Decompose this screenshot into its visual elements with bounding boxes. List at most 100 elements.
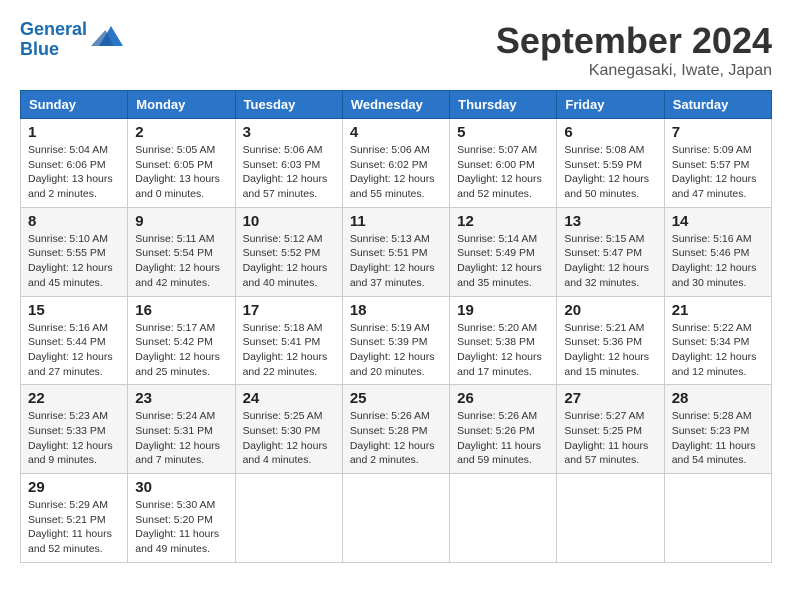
- calendar-cell: 3 Sunrise: 5:06 AMSunset: 6:03 PMDaylight…: [235, 119, 342, 208]
- calendar-table: SundayMondayTuesdayWednesdayThursdayFrid…: [20, 90, 772, 563]
- day-number: 14: [672, 213, 764, 230]
- day-number: 13: [564, 213, 656, 230]
- weekday-header-saturday: Saturday: [664, 91, 771, 119]
- logo-icon: [91, 22, 123, 54]
- day-number: 26: [457, 390, 549, 407]
- day-number: 1: [28, 124, 120, 141]
- day-info: Sunrise: 5:17 AMSunset: 5:42 PMDaylight:…: [135, 321, 227, 380]
- day-number: 18: [350, 302, 442, 319]
- day-info: Sunrise: 5:04 AMSunset: 6:06 PMDaylight:…: [28, 143, 120, 202]
- day-number: 12: [457, 213, 549, 230]
- day-number: 10: [243, 213, 335, 230]
- calendar-cell: 19 Sunrise: 5:20 AMSunset: 5:38 PMDayligh…: [450, 296, 557, 385]
- calendar-body: 1 Sunrise: 5:04 AMSunset: 6:06 PMDaylight…: [21, 119, 772, 563]
- day-info: Sunrise: 5:22 AMSunset: 5:34 PMDaylight:…: [672, 321, 764, 380]
- calendar-cell: 29Sunrise: 5:29 AMSunset: 5:21 PMDayligh…: [21, 474, 128, 563]
- day-info: Sunrise: 5:08 AMSunset: 5:59 PMDaylight:…: [564, 143, 656, 202]
- day-info: Sunrise: 5:19 AMSunset: 5:39 PMDaylight:…: [350, 321, 442, 380]
- day-info: Sunrise: 5:30 AMSunset: 5:20 PMDaylight:…: [135, 498, 227, 557]
- day-number: 16: [135, 302, 227, 319]
- day-number: 24: [243, 390, 335, 407]
- calendar-cell: 13 Sunrise: 5:15 AMSunset: 5:47 PMDayligh…: [557, 207, 664, 296]
- week-row-2: 8Sunrise: 5:10 AMSunset: 5:55 PMDaylight…: [21, 207, 772, 296]
- calendar-cell: 10 Sunrise: 5:12 AMSunset: 5:52 PMDayligh…: [235, 207, 342, 296]
- logo-text: GeneralBlue: [20, 20, 87, 60]
- calendar-cell: 23 Sunrise: 5:24 AMSunset: 5:31 PMDayligh…: [128, 385, 235, 474]
- day-info: Sunrise: 5:14 AMSunset: 5:49 PMDaylight:…: [457, 232, 549, 291]
- title-block: September 2024 Kanegasaki, Iwate, Japan: [496, 20, 772, 80]
- day-info: Sunrise: 5:11 AMSunset: 5:54 PMDaylight:…: [135, 232, 227, 291]
- day-number: 23: [135, 390, 227, 407]
- day-info: Sunrise: 5:26 AMSunset: 5:26 PMDaylight:…: [457, 409, 549, 468]
- day-info: Sunrise: 5:05 AMSunset: 6:05 PMDaylight:…: [135, 143, 227, 202]
- day-info: Sunrise: 5:07 AMSunset: 6:00 PMDaylight:…: [457, 143, 549, 202]
- calendar-cell: [450, 474, 557, 563]
- day-number: 17: [243, 302, 335, 319]
- day-number: 3: [243, 124, 335, 141]
- day-number: 6: [564, 124, 656, 141]
- day-info: Sunrise: 5:21 AMSunset: 5:36 PMDaylight:…: [564, 321, 656, 380]
- day-number: 20: [564, 302, 656, 319]
- calendar-cell: 21 Sunrise: 5:22 AMSunset: 5:34 PMDayligh…: [664, 296, 771, 385]
- calendar-cell: 7Sunrise: 5:09 AMSunset: 5:57 PMDaylight…: [664, 119, 771, 208]
- page-header: GeneralBlue September 2024 Kanegasaki, I…: [20, 20, 772, 80]
- calendar-cell: 22 Sunrise: 5:23 AMSunset: 5:33 PMDayligh…: [21, 385, 128, 474]
- calendar-cell: [342, 474, 449, 563]
- day-info: Sunrise: 5:29 AMSunset: 5:21 PMDaylight:…: [28, 498, 120, 557]
- weekday-header-wednesday: Wednesday: [342, 91, 449, 119]
- day-info: Sunrise: 5:20 AMSunset: 5:38 PMDaylight:…: [457, 321, 549, 380]
- calendar-cell: 2 Sunrise: 5:05 AMSunset: 6:05 PMDaylight…: [128, 119, 235, 208]
- calendar-cell: 12 Sunrise: 5:14 AMSunset: 5:49 PMDayligh…: [450, 207, 557, 296]
- calendar-cell: 8Sunrise: 5:10 AMSunset: 5:55 PMDaylight…: [21, 207, 128, 296]
- day-number: 7: [672, 124, 764, 141]
- day-info: Sunrise: 5:23 AMSunset: 5:33 PMDaylight:…: [28, 409, 120, 468]
- calendar-cell: 4Sunrise: 5:06 AMSunset: 6:02 PMDaylight…: [342, 119, 449, 208]
- day-number: 25: [350, 390, 442, 407]
- month-title: September 2024: [496, 20, 772, 62]
- calendar-cell: 14 Sunrise: 5:16 AMSunset: 5:46 PMDayligh…: [664, 207, 771, 296]
- day-info: Sunrise: 5:16 AMSunset: 5:46 PMDaylight:…: [672, 232, 764, 291]
- day-info: Sunrise: 5:06 AMSunset: 6:03 PMDaylight:…: [243, 143, 335, 202]
- weekday-header-thursday: Thursday: [450, 91, 557, 119]
- day-number: 9: [135, 213, 227, 230]
- week-row-4: 22 Sunrise: 5:23 AMSunset: 5:33 PMDayligh…: [21, 385, 772, 474]
- calendar-cell: 5Sunrise: 5:07 AMSunset: 6:00 PMDaylight…: [450, 119, 557, 208]
- day-info: Sunrise: 5:28 AMSunset: 5:23 PMDaylight:…: [672, 409, 764, 468]
- weekday-header-friday: Friday: [557, 91, 664, 119]
- calendar-cell: 6 Sunrise: 5:08 AMSunset: 5:59 PMDaylight…: [557, 119, 664, 208]
- day-info: Sunrise: 5:15 AMSunset: 5:47 PMDaylight:…: [564, 232, 656, 291]
- calendar-cell: 17 Sunrise: 5:18 AMSunset: 5:41 PMDayligh…: [235, 296, 342, 385]
- day-info: Sunrise: 5:27 AMSunset: 5:25 PMDaylight:…: [564, 409, 656, 468]
- calendar-cell: 20 Sunrise: 5:21 AMSunset: 5:36 PMDayligh…: [557, 296, 664, 385]
- location: Kanegasaki, Iwate, Japan: [496, 62, 772, 80]
- day-number: 27: [564, 390, 656, 407]
- day-number: 19: [457, 302, 549, 319]
- day-info: Sunrise: 5:26 AMSunset: 5:28 PMDaylight:…: [350, 409, 442, 468]
- logo: GeneralBlue: [20, 20, 123, 60]
- calendar-cell: 11Sunrise: 5:13 AMSunset: 5:51 PMDayligh…: [342, 207, 449, 296]
- day-number: 22: [28, 390, 120, 407]
- calendar-cell: 25 Sunrise: 5:26 AMSunset: 5:28 PMDayligh…: [342, 385, 449, 474]
- calendar-cell: 28 Sunrise: 5:28 AMSunset: 5:23 PMDayligh…: [664, 385, 771, 474]
- day-info: Sunrise: 5:12 AMSunset: 5:52 PMDaylight:…: [243, 232, 335, 291]
- day-info: Sunrise: 5:16 AMSunset: 5:44 PMDaylight:…: [28, 321, 120, 380]
- day-number: 2: [135, 124, 227, 141]
- calendar-cell: 18 Sunrise: 5:19 AMSunset: 5:39 PMDayligh…: [342, 296, 449, 385]
- day-info: Sunrise: 5:24 AMSunset: 5:31 PMDaylight:…: [135, 409, 227, 468]
- calendar-cell: 30Sunrise: 5:30 AMSunset: 5:20 PMDayligh…: [128, 474, 235, 563]
- calendar-cell: 15Sunrise: 5:16 AMSunset: 5:44 PMDayligh…: [21, 296, 128, 385]
- calendar-cell: [664, 474, 771, 563]
- calendar-cell: 27 Sunrise: 5:27 AMSunset: 5:25 PMDayligh…: [557, 385, 664, 474]
- calendar-cell: 16 Sunrise: 5:17 AMSunset: 5:42 PMDayligh…: [128, 296, 235, 385]
- day-number: 11: [350, 213, 442, 230]
- calendar-cell: 9 Sunrise: 5:11 AMSunset: 5:54 PMDaylight…: [128, 207, 235, 296]
- day-info: Sunrise: 5:18 AMSunset: 5:41 PMDaylight:…: [243, 321, 335, 380]
- day-number: 28: [672, 390, 764, 407]
- weekday-header-tuesday: Tuesday: [235, 91, 342, 119]
- week-row-3: 15Sunrise: 5:16 AMSunset: 5:44 PMDayligh…: [21, 296, 772, 385]
- week-row-5: 29Sunrise: 5:29 AMSunset: 5:21 PMDayligh…: [21, 474, 772, 563]
- day-number: 21: [672, 302, 764, 319]
- calendar-cell: [235, 474, 342, 563]
- day-number: 4: [350, 124, 442, 141]
- weekday-header-monday: Monday: [128, 91, 235, 119]
